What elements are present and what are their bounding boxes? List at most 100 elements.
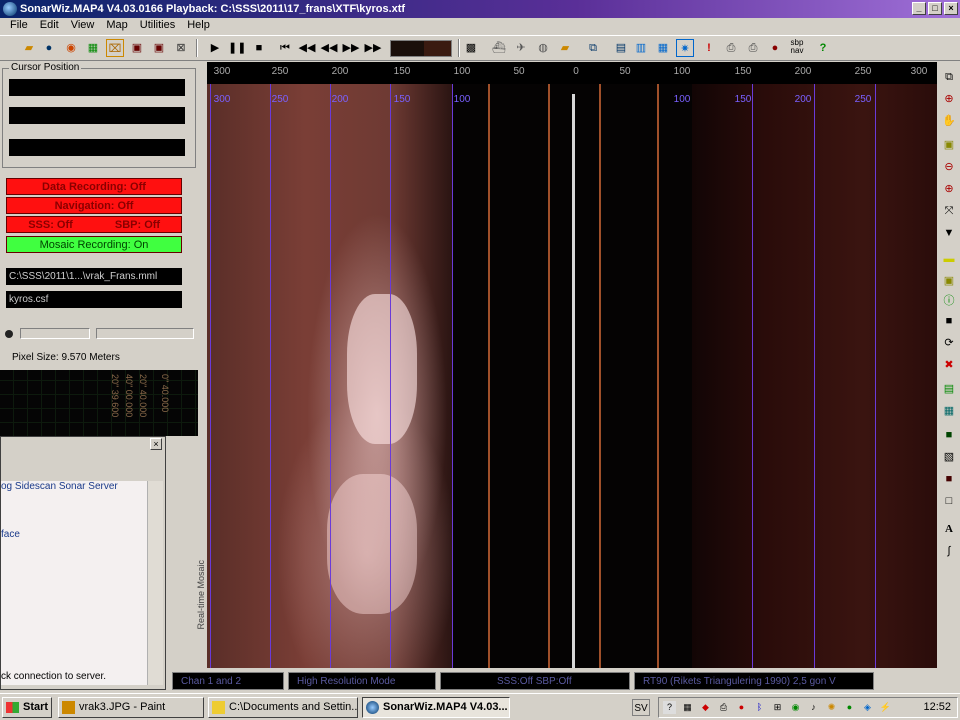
- zoom-extent-icon[interactable]: ⊕: [940, 180, 958, 198]
- copy-view-icon[interactable]: ⧉: [940, 68, 958, 86]
- palette-icon[interactable]: ▧: [940, 448, 958, 466]
- task-label: vrak3.JPG - Paint: [79, 701, 166, 713]
- fast-rewind-icon[interactable]: ◀◀: [298, 39, 316, 57]
- rewind-icon[interactable]: ◀◀: [320, 39, 338, 57]
- minimize-button[interactable]: _: [912, 2, 926, 15]
- range-line: [452, 84, 453, 668]
- layer-icon[interactable]: ▦: [940, 402, 958, 420]
- close-button[interactable]: ×: [944, 2, 958, 15]
- alert-tray-icon[interactable]: ●: [735, 701, 748, 714]
- wifi-icon[interactable]: ✺: [825, 701, 838, 714]
- start-button[interactable]: Start: [2, 697, 52, 718]
- menu-view[interactable]: View: [65, 18, 101, 34]
- language-indicator[interactable]: SV: [632, 699, 650, 716]
- text-tool-icon[interactable]: A: [940, 520, 958, 538]
- sss-sbp-status[interactable]: SSS: Off SBP: Off: [6, 216, 182, 233]
- layers-icon[interactable]: ▦: [84, 39, 102, 57]
- target-icon[interactable]: ◉: [62, 39, 80, 57]
- project-file-field[interactable]: C:\SSS\2011\1...\vrak_Frans.mml: [6, 268, 182, 285]
- task-paint[interactable]: vrak3.JPG - Paint: [58, 697, 204, 718]
- range-line-label: 250: [854, 94, 872, 105]
- down-arrow-icon[interactable]: ▼: [940, 224, 958, 242]
- sync-icon[interactable]: ◈: [861, 701, 874, 714]
- zoom-box-icon[interactable]: ▣: [940, 136, 958, 154]
- help-tray-icon[interactable]: ?: [663, 701, 676, 714]
- tray-icon[interactable]: ▦: [681, 701, 694, 714]
- globe-icon[interactable]: ●: [40, 39, 58, 57]
- slider-1[interactable]: [20, 328, 90, 339]
- info-icon[interactable]: ⓘ: [940, 292, 958, 310]
- tow-icon[interactable]: ✈: [512, 39, 530, 57]
- task-explorer[interactable]: C:\Documents and Settin...: [208, 697, 358, 718]
- blank-tool-icon[interactable]: □: [940, 492, 958, 510]
- open-icon[interactable]: ▰: [20, 39, 38, 57]
- map-coord-label: 40" 00.000: [124, 374, 134, 418]
- color-swatch-icon[interactable]: ■: [940, 470, 958, 488]
- curve-tool-icon[interactable]: ∫: [940, 542, 958, 560]
- color-bar-icon[interactable]: ▥: [632, 39, 650, 57]
- marker-icon[interactable]: ▣: [940, 272, 958, 290]
- delete-icon[interactable]: ✖: [940, 356, 958, 374]
- channel-icon[interactable]: ▦: [654, 39, 672, 57]
- printer-setup-icon[interactable]: ⎙: [744, 39, 762, 57]
- server-log-scrollbar[interactable]: [147, 481, 163, 685]
- menu-edit[interactable]: Edit: [34, 18, 65, 34]
- power-icon[interactable]: ⚡: [879, 701, 892, 714]
- task-sonarwiz[interactable]: SonarWiz.MAP4 V4.03...: [362, 697, 510, 718]
- play-icon[interactable]: ▶: [206, 39, 224, 57]
- save-icon[interactable]: ▩: [462, 39, 480, 57]
- coverage-icon[interactable]: ▣: [150, 39, 168, 57]
- black-square-icon[interactable]: ■: [940, 312, 958, 330]
- comment-icon[interactable]: ●: [766, 39, 784, 57]
- radio-button[interactable]: [5, 330, 13, 338]
- zoom-in-icon[interactable]: ⊕: [940, 90, 958, 108]
- shield-icon[interactable]: ◆: [699, 701, 712, 714]
- clock[interactable]: 12:52: [923, 701, 951, 713]
- antivirus-icon[interactable]: ●: [843, 701, 856, 714]
- sonar-waterfall[interactable]: 300 250 200 150 100 100 150 200 250: [207, 84, 937, 668]
- folder-icon[interactable]: ▰: [556, 39, 574, 57]
- menu-map[interactable]: Map: [100, 18, 133, 34]
- zoom-out-icon[interactable]: ⊖: [940, 158, 958, 176]
- fit-icon[interactable]: ⤧: [940, 202, 958, 220]
- copy-icon[interactable]: ⧉: [584, 39, 602, 57]
- speaker-icon[interactable]: ♪: [807, 701, 820, 714]
- network-icon[interactable]: ⊞: [771, 701, 784, 714]
- menu-help[interactable]: Help: [181, 18, 216, 34]
- table-icon[interactable]: ▤: [940, 380, 958, 398]
- grid-icon[interactable]: ⊠: [172, 39, 190, 57]
- sbp-nav-button[interactable]: sbp nav: [788, 39, 806, 57]
- refresh-icon[interactable]: ⟳: [940, 334, 958, 352]
- maximize-button[interactable]: □: [928, 2, 942, 15]
- menu-file[interactable]: File: [4, 18, 34, 34]
- menu-utilities[interactable]: Utilities: [134, 18, 181, 34]
- boat-icon[interactable]: ⛴: [490, 39, 508, 57]
- pan-hand-icon[interactable]: ✋: [940, 112, 958, 130]
- mosaic-recording-status[interactable]: Mosaic Recording: On: [6, 236, 182, 253]
- stop-icon[interactable]: ■: [250, 39, 268, 57]
- update-icon[interactable]: ◉: [789, 701, 802, 714]
- navigation-status[interactable]: Navigation: Off: [6, 197, 182, 214]
- print-icon[interactable]: ⎙: [722, 39, 740, 57]
- dark-layer-icon[interactable]: ■: [940, 426, 958, 444]
- data-recording-status[interactable]: Data Recording: Off: [6, 178, 182, 195]
- printer-tray-icon[interactable]: ⎙: [717, 701, 730, 714]
- playback-position[interactable]: [390, 40, 452, 57]
- cursor-mode-icon[interactable]: ⌧: [106, 39, 124, 57]
- ruler-icon[interactable]: ▬: [940, 250, 958, 268]
- forward-icon[interactable]: ▶▶: [342, 39, 360, 57]
- server-window-close-button[interactable]: ×: [150, 438, 162, 450]
- slider-2[interactable]: [96, 328, 194, 339]
- csf-file-field[interactable]: kyros.csf: [6, 291, 182, 308]
- bluetooth-icon[interactable]: ᛒ: [753, 701, 766, 714]
- alert-icon[interactable]: !: [700, 39, 718, 57]
- fast-forward-icon[interactable]: ▶▶: [364, 39, 382, 57]
- chart-view-icon[interactable]: ▤: [612, 39, 630, 57]
- gain-icon[interactable]: ✷: [676, 39, 694, 57]
- rewind-start-icon[interactable]: ⏮: [276, 39, 294, 57]
- sonar-icon[interactable]: ◍: [534, 39, 552, 57]
- help-icon[interactable]: ?: [814, 39, 832, 57]
- mosaic-icon[interactable]: ▣: [128, 39, 146, 57]
- main-toolbar: ▰ ● ◉ ▦ ⌧ ▣ ▣ ⊠ ▶ ❚❚ ■ ⏮ ◀◀ ◀◀ ▶▶ ▶▶ ▩ ⛴…: [0, 35, 960, 61]
- pause-icon[interactable]: ❚❚: [228, 39, 246, 57]
